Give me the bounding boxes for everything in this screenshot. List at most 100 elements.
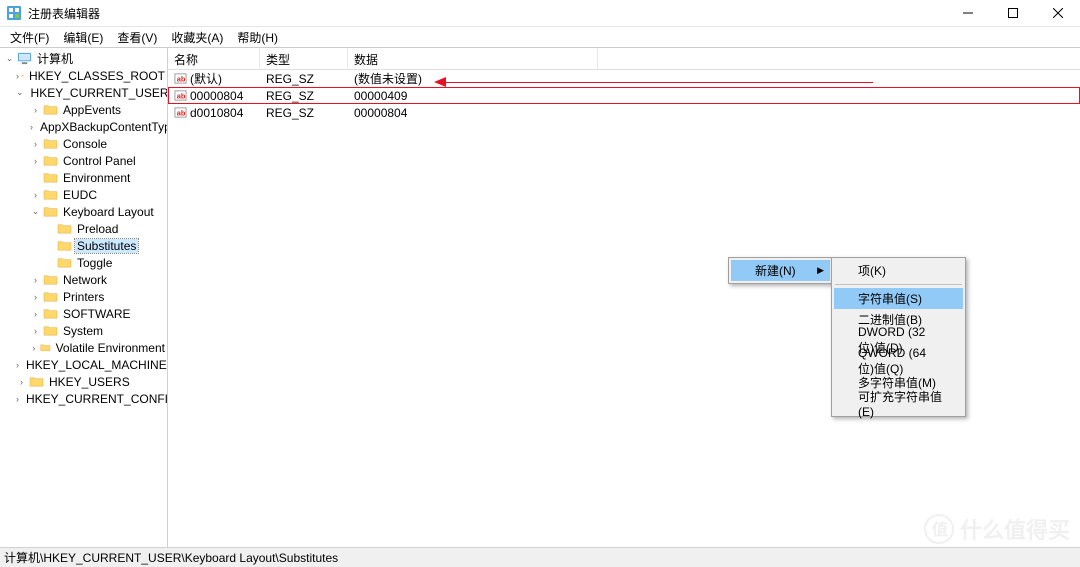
expand-icon[interactable]: › bbox=[16, 394, 19, 404]
string-value-icon: ab bbox=[174, 89, 187, 102]
tree-hkcu[interactable]: ⌄ HKEY_CURRENT_USER bbox=[0, 84, 167, 101]
expand-icon[interactable]: › bbox=[30, 139, 41, 149]
expand-icon[interactable]: › bbox=[30, 156, 41, 166]
status-path: 计算机\HKEY_CURRENT_USER\Keyboard Layout\Su… bbox=[4, 549, 338, 566]
tree-root[interactable]: ⌄ 计算机 bbox=[0, 50, 167, 67]
tree-label: HKEY_USERS bbox=[47, 375, 132, 389]
expand-icon[interactable]: › bbox=[30, 105, 41, 115]
column-name[interactable]: 名称 bbox=[168, 48, 260, 69]
tree-printers[interactable]: › Printers bbox=[0, 288, 167, 305]
folder-icon bbox=[57, 239, 72, 252]
expand-icon[interactable]: › bbox=[16, 360, 19, 370]
window-controls bbox=[945, 0, 1080, 26]
expand-icon[interactable]: › bbox=[30, 190, 41, 200]
value-data: 00000804 bbox=[348, 106, 598, 120]
arrow-head-icon bbox=[434, 77, 446, 87]
svg-text:ab: ab bbox=[177, 74, 186, 83]
tree-toggle[interactable]: Toggle bbox=[0, 254, 167, 271]
folder-icon bbox=[21, 69, 24, 82]
ctx-new[interactable]: 新建(N) ▶ bbox=[731, 260, 830, 281]
folder-icon bbox=[43, 273, 58, 286]
expand-icon[interactable]: › bbox=[30, 326, 41, 336]
tree-label: Volatile Environment bbox=[54, 341, 167, 355]
tree-controlpanel[interactable]: › Control Panel bbox=[0, 152, 167, 169]
collapse-icon[interactable]: ⌄ bbox=[4, 53, 15, 64]
menu-favorites[interactable]: 收藏夹(A) bbox=[165, 27, 229, 48]
expand-icon[interactable]: › bbox=[30, 343, 38, 353]
list-header: 名称 类型 数据 bbox=[168, 48, 1080, 70]
window-title: 注册表编辑器 bbox=[28, 5, 945, 22]
context-submenu[interactable]: 项(K) 字符串值(S) 二进制值(B) DWORD (32 位)值(D) QW… bbox=[831, 257, 966, 417]
tree-hkcr[interactable]: › HKEY_CLASSES_ROOT bbox=[0, 67, 167, 84]
tree-label: Control Panel bbox=[61, 154, 138, 168]
folder-icon bbox=[43, 103, 58, 116]
tree-console[interactable]: ›Console bbox=[0, 135, 167, 152]
tree-keyboard[interactable]: ⌄Keyboard Layout bbox=[0, 203, 167, 220]
computer-icon bbox=[17, 52, 32, 65]
collapse-icon[interactable]: ⌄ bbox=[30, 206, 41, 217]
status-bar: 计算机\HKEY_CURRENT_USER\Keyboard Layout\Su… bbox=[0, 547, 1080, 567]
folder-icon bbox=[43, 205, 58, 218]
folder-icon bbox=[40, 341, 51, 354]
tree-appevents[interactable]: › AppEvents bbox=[0, 101, 167, 118]
ctx-qword[interactable]: QWORD (64 位)值(Q) bbox=[834, 351, 963, 372]
tree-label: Network bbox=[61, 273, 109, 287]
tree-label: Printers bbox=[61, 290, 106, 304]
tree-volatile[interactable]: › Volatile Environment bbox=[0, 339, 167, 356]
tree-label: HKEY_CURRENT_CONFIG bbox=[24, 392, 168, 406]
folder-icon bbox=[43, 137, 58, 150]
close-button[interactable] bbox=[1035, 0, 1080, 26]
expand-icon[interactable]: › bbox=[16, 377, 27, 387]
tree-appxbackup[interactable]: ›AppXBackupContentType bbox=[0, 118, 167, 135]
expand-icon[interactable]: › bbox=[30, 275, 41, 285]
tree-network[interactable]: › Network bbox=[0, 271, 167, 288]
value-type: REG_SZ bbox=[260, 89, 348, 103]
tree-panel[interactable]: ⌄ 计算机 › HKEY_CLASSES_ROOT ⌄ HKEY_CURRENT… bbox=[0, 48, 168, 547]
menu-view[interactable]: 查看(V) bbox=[111, 27, 163, 48]
list-row[interactable]: ab(默认) REG_SZ (数值未设置) bbox=[168, 70, 1080, 87]
tree-hku[interactable]: › HKEY_USERS bbox=[0, 373, 167, 390]
tree-label: Substitutes bbox=[75, 239, 138, 253]
tree-eudc[interactable]: › EUDC bbox=[0, 186, 167, 203]
menu-edit[interactable]: 编辑(E) bbox=[57, 27, 109, 48]
list-row[interactable]: ab00000804 REG_SZ 00000409 bbox=[168, 87, 1080, 104]
maximize-button[interactable] bbox=[990, 0, 1035, 26]
folder-icon bbox=[29, 375, 44, 388]
ctx-expandstring[interactable]: 可扩充字符串值(E) bbox=[834, 393, 963, 414]
folder-icon bbox=[57, 256, 72, 269]
column-type[interactable]: 类型 bbox=[260, 48, 348, 69]
minimize-button[interactable] bbox=[945, 0, 990, 26]
tree-label: HKEY_LOCAL_MACHINE bbox=[24, 358, 168, 372]
ctx-label: 项(K) bbox=[858, 262, 886, 279]
list-row[interactable]: abd0010804 REG_SZ 00000804 bbox=[168, 104, 1080, 121]
value-name: (默认) bbox=[190, 70, 222, 87]
folder-icon bbox=[57, 222, 72, 235]
expand-icon[interactable]: › bbox=[16, 71, 19, 81]
tree-system[interactable]: ›System bbox=[0, 322, 167, 339]
tree-label: EUDC bbox=[61, 188, 99, 202]
app-icon bbox=[6, 5, 22, 21]
tree-hkcc[interactable]: › HKEY_CURRENT_CONFIG bbox=[0, 390, 167, 407]
menu-file[interactable]: 文件(F) bbox=[4, 27, 55, 48]
string-value-icon: ab bbox=[174, 72, 187, 85]
expand-icon[interactable]: › bbox=[30, 292, 41, 302]
svg-text:ab: ab bbox=[177, 108, 186, 117]
value-data: 00000409 bbox=[348, 89, 598, 103]
annotation-arrow bbox=[443, 82, 873, 83]
tree-hklm[interactable]: › HKEY_LOCAL_MACHINE bbox=[0, 356, 167, 373]
tree-label: AppEvents bbox=[61, 103, 123, 117]
ctx-key[interactable]: 项(K) bbox=[834, 260, 963, 281]
expand-icon[interactable]: › bbox=[30, 309, 41, 319]
collapse-icon[interactable]: ⌄ bbox=[16, 87, 24, 98]
menu-separator bbox=[835, 284, 962, 285]
tree-software[interactable]: ›SOFTWARE bbox=[0, 305, 167, 322]
tree-preload[interactable]: Preload bbox=[0, 220, 167, 237]
tree-environment[interactable]: Environment bbox=[0, 169, 167, 186]
expand-icon[interactable]: › bbox=[30, 122, 33, 132]
folder-icon bbox=[43, 290, 58, 303]
menu-help[interactable]: 帮助(H) bbox=[231, 27, 284, 48]
context-menu[interactable]: 新建(N) ▶ bbox=[728, 257, 833, 284]
ctx-string[interactable]: 字符串值(S) bbox=[834, 288, 963, 309]
column-data[interactable]: 数据 bbox=[348, 48, 598, 69]
tree-substitutes[interactable]: Substitutes bbox=[0, 237, 167, 254]
